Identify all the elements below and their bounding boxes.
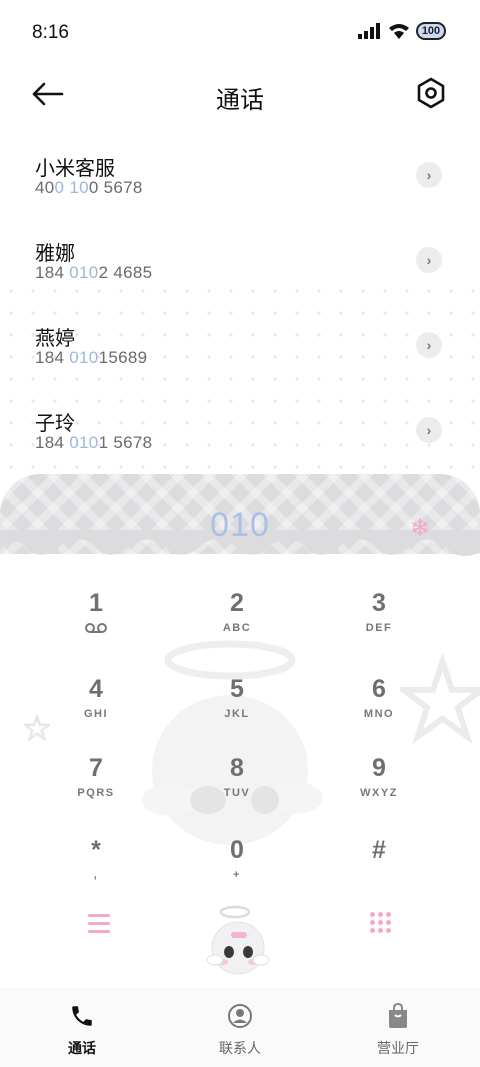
key-hash[interactable]: #	[319, 835, 439, 905]
tab-label: 通话	[68, 1040, 96, 1056]
chevron-right-icon[interactable]: ›	[416, 332, 442, 358]
clear-snowflake-icon[interactable]: ❄	[410, 514, 430, 543]
settings-hexagon-icon[interactable]	[414, 76, 448, 110]
status-icons: 100	[358, 22, 446, 40]
contact-name: 子玲	[35, 413, 75, 435]
recent-calls-list: 小米客服 400 100 5678 › 雅娜 184 0102 4685 › 燕…	[0, 140, 480, 480]
key-star[interactable]: * ,	[36, 835, 156, 905]
contact-number: 184 0101 5678	[35, 433, 153, 452]
menu-lines-icon[interactable]	[88, 914, 110, 938]
contact-number: 184 01015689	[35, 348, 148, 367]
key-7[interactable]: 7 PQRS	[36, 753, 156, 823]
contact-name: 燕婷	[35, 328, 75, 350]
contact-name: 小米客服	[35, 158, 115, 180]
shop-bag-icon	[389, 1003, 407, 1028]
dial-number-display: 010	[210, 506, 270, 544]
chevron-right-icon[interactable]: ›	[416, 247, 442, 273]
wifi-icon	[389, 24, 409, 39]
key-8[interactable]: 8 TUV	[177, 753, 297, 823]
key-5[interactable]: 5 JKL	[177, 674, 297, 744]
key-1[interactable]: 1	[36, 588, 156, 658]
phone-icon	[72, 1006, 92, 1026]
battery-icon: 100	[416, 22, 446, 40]
key-2[interactable]: 2 ABC	[177, 588, 297, 658]
page-title: 通话	[216, 87, 264, 114]
contact-name: 雅娜	[35, 243, 75, 265]
tab-contacts[interactable]: 联系人	[190, 1002, 290, 1058]
header: 通话	[0, 70, 480, 120]
keypad-toggle-icon[interactable]	[370, 912, 391, 933]
list-item[interactable]: 子玲 184 0101 5678 ›	[0, 395, 480, 480]
list-item[interactable]: 燕婷 184 01015689 ›	[0, 310, 480, 395]
contacts-icon	[228, 1004, 252, 1028]
tab-label: 联系人	[219, 1040, 261, 1056]
tab-calls[interactable]: 通话	[32, 1002, 132, 1058]
voicemail-icon	[85, 623, 107, 633]
key-6[interactable]: 6 MNO	[319, 674, 439, 744]
dial-actions	[0, 900, 480, 980]
angel-mascot-watermark	[142, 640, 323, 845]
signal-icon	[358, 23, 380, 39]
list-item[interactable]: 雅娜 184 0102 4685 ›	[0, 225, 480, 310]
status-bar: 8:16 100	[0, 0, 480, 64]
list-item[interactable]: 小米客服 400 100 5678 ›	[0, 140, 480, 225]
tab-label: 营业厅	[377, 1040, 419, 1056]
status-time: 8:16	[32, 22, 69, 43]
key-0[interactable]: 0 +	[177, 835, 297, 905]
key-9[interactable]: 9 WXYZ	[319, 753, 439, 823]
bottom-tab-bar: 通话 联系人 营业厅	[0, 988, 480, 1067]
chevron-right-icon[interactable]: ›	[416, 417, 442, 443]
call-button-mascot-icon[interactable]	[205, 902, 271, 978]
key-4[interactable]: 4 GHI	[36, 674, 156, 744]
key-3[interactable]: 3 DEF	[319, 588, 439, 658]
contact-number: 184 0102 4685	[35, 263, 153, 282]
tab-service-hall[interactable]: 营业厅	[348, 1002, 448, 1058]
contact-number: 400 100 5678	[35, 178, 143, 197]
chevron-right-icon[interactable]: ›	[416, 162, 442, 188]
